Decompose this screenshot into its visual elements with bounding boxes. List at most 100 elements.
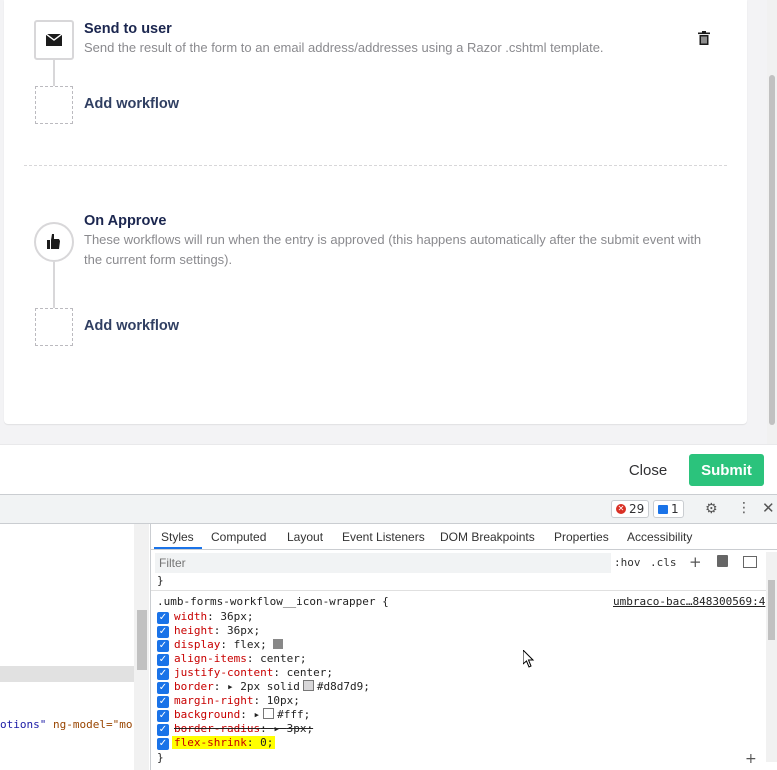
workflow-title[interactable]: Send to user <box>84 21 172 37</box>
styles-filter-input[interactable] <box>155 553 611 573</box>
cls-toggle[interactable]: .cls <box>650 556 677 569</box>
rule-value: 2px solid <box>240 680 300 693</box>
color-swatch[interactable] <box>302 680 314 691</box>
tab-accessibility[interactable]: Accessibility <box>627 530 692 544</box>
rule-checkbox[interactable]: ✓ <box>157 710 169 722</box>
tabs-divider <box>151 549 777 550</box>
rule-checkbox[interactable]: ✓ <box>157 724 169 736</box>
styles-scroll-thumb[interactable] <box>768 580 775 640</box>
rule-value: 0; <box>260 736 274 749</box>
devtools-panel: ✕ 29 1 ⚙ ⋮ ✕ otions" ng-model="mo Styles… <box>0 494 777 770</box>
source-link[interactable]: umbraco-bac…848300569:4 <box>613 595 765 608</box>
rule-value: 3px; <box>286 722 314 735</box>
tab-dom-breakpoints[interactable]: DOM Breakpoints <box>440 530 535 544</box>
rule-prop: margin-right <box>174 694 254 707</box>
tab-styles[interactable]: Styles <box>161 530 194 544</box>
add-workflow-button[interactable]: Add workflow <box>84 318 179 334</box>
elements-scroll-thumb[interactable] <box>137 610 147 670</box>
more-vert-icon[interactable]: ⋮ <box>737 500 751 516</box>
rule-checkbox[interactable]: ✓ <box>157 640 169 652</box>
attr-fragment: otions" <box>0 718 47 731</box>
rule-prop: background <box>174 708 241 721</box>
prev-rule-close: } <box>157 574 164 587</box>
message-badge[interactable]: 1 <box>653 500 684 518</box>
rule-value: 10px; <box>266 694 300 707</box>
rule-checkbox[interactable]: ✓ <box>157 738 169 750</box>
rule-value: center; <box>260 652 307 665</box>
rule-display[interactable]: display: flex; <box>174 638 284 651</box>
rule-prop: display <box>174 638 221 651</box>
new-rule-icon[interactable]: + <box>689 553 702 571</box>
mouse-cursor-icon <box>522 648 535 673</box>
rule-border[interactable]: border: ▸ 2px solid #d8d7d9; <box>174 680 370 693</box>
workflow-connector <box>53 60 55 86</box>
rule-checkbox[interactable]: ✓ <box>157 626 169 638</box>
color-swatch[interactable] <box>263 708 275 719</box>
rule-value: flex; <box>233 638 267 651</box>
sidebar-toggle-icon[interactable] <box>743 556 757 568</box>
rule-checkbox[interactable]: ✓ <box>157 696 169 708</box>
error-badge[interactable]: ✕ 29 <box>611 500 650 518</box>
rule-prop: width <box>174 610 208 623</box>
rule-checkbox[interactable]: ✓ <box>157 682 169 694</box>
rule-justify-content[interactable]: justify-content: center; <box>174 666 333 679</box>
flex-editor-icon[interactable] <box>273 639 284 649</box>
hov-toggle[interactable]: :hov <box>614 556 641 569</box>
expand-arrow-icon[interactable]: ▸ <box>227 680 234 693</box>
expand-arrow-icon[interactable]: ▸ <box>273 722 280 735</box>
workflow-section-description: the current form settings). <box>84 252 233 267</box>
rule-value: #d8d7d9; <box>316 680 370 693</box>
trash-icon[interactable] <box>698 31 710 45</box>
workflow-card <box>4 0 747 424</box>
rule-align-items[interactable]: align-items: center; <box>174 652 306 665</box>
expand-arrow-icon[interactable]: ▸ <box>253 708 260 721</box>
rule-checkbox[interactable]: ✓ <box>157 654 169 666</box>
rule-background[interactable]: background: ▸ #fff; <box>174 708 310 721</box>
css-selector: .umb-forms-workflow__icon-wrapper { <box>157 595 389 608</box>
rule-prop: height <box>174 624 214 637</box>
tab-properties[interactable]: Properties <box>554 530 609 544</box>
rule-close: } <box>157 751 164 764</box>
attr-name: ng-model="mo <box>52 718 133 731</box>
message-icon <box>658 504 668 514</box>
tab-computed[interactable]: Computed <box>211 530 266 544</box>
workflow-panel: Send to user Send the result of the form… <box>0 0 777 494</box>
rule-margin-right[interactable]: margin-right: 10px; <box>174 694 300 707</box>
section-divider <box>24 165 727 166</box>
tab-layout[interactable]: Layout <box>287 530 323 544</box>
rule-checkbox[interactable]: ✓ <box>157 612 169 624</box>
rule-value: 36px; <box>220 610 254 623</box>
workflow-connector <box>53 262 55 308</box>
rule-value: #fff; <box>277 708 311 721</box>
workflow-description: Send the result of the form to an email … <box>84 40 604 55</box>
scrollbar[interactable] <box>767 0 777 444</box>
rule-checkbox[interactable]: ✓ <box>157 668 169 680</box>
close-devtools-icon[interactable]: ✕ <box>762 499 775 517</box>
rule-value: 36px; <box>227 624 261 637</box>
selected-node-row[interactable] <box>0 666 134 682</box>
rule-width[interactable]: width: 36px; <box>174 610 254 623</box>
add-rule-icon[interactable]: + <box>745 751 757 767</box>
rule-flex-shrink[interactable]: flex-shrink: 0; <box>172 736 276 749</box>
submit-button[interactable]: Submit <box>689 454 764 486</box>
paint-icon[interactable] <box>717 555 728 567</box>
rule-border-radius[interactable]: border-radius: ▸ 3px; <box>174 722 313 735</box>
workflow-section-title: On Approve <box>84 213 167 229</box>
workflow-section-description: These workflows will run when the entry … <box>84 232 702 247</box>
add-workflow-placeholder[interactable] <box>35 86 73 124</box>
elements-pane <box>0 524 151 770</box>
rule-divider <box>151 590 766 591</box>
rule-height[interactable]: height: 36px; <box>174 624 260 637</box>
rule-prop: justify-content <box>174 666 274 679</box>
rule-prop: align-items <box>174 652 247 665</box>
add-workflow-placeholder[interactable] <box>35 308 73 346</box>
tab-event-listeners[interactable]: Event Listeners <box>342 530 425 544</box>
rule-prop: flex-shrink <box>174 736 247 749</box>
envelope-icon[interactable] <box>34 20 74 60</box>
scrollbar-thumb[interactable] <box>769 75 775 425</box>
add-workflow-button[interactable]: Add workflow <box>84 96 179 112</box>
gear-icon[interactable]: ⚙ <box>705 501 718 517</box>
rule-prop: border-radius <box>174 722 261 735</box>
close-button[interactable]: Close <box>620 455 676 485</box>
message-count: 1 <box>671 502 679 516</box>
